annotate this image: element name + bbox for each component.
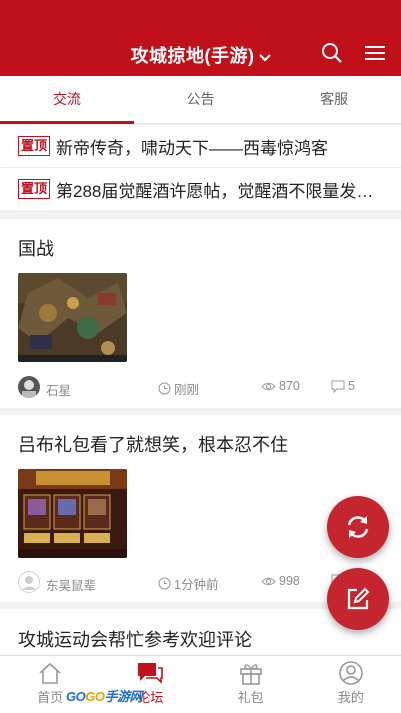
post-meta: 石星 刚刚 870 5 bbox=[18, 376, 383, 400]
avatar[interactable] bbox=[18, 376, 40, 398]
tab-bar: 交流 公告 客服 bbox=[0, 76, 401, 124]
view-count-text: 870 bbox=[279, 379, 300, 393]
view-count-text: 998 bbox=[279, 574, 300, 588]
watermark-logo: GOGO手游网 bbox=[66, 684, 154, 706]
pinned-post-title: 新帝传奇，啸动天下——西毒惊鸿客 bbox=[56, 138, 329, 158]
watermark-text: GOGO手游网 bbox=[66, 688, 142, 704]
tab-customer-service[interactable]: 客服 bbox=[267, 76, 401, 123]
post-time: 1分钟前 bbox=[158, 574, 218, 593]
post-title: 国战 bbox=[18, 239, 54, 259]
view-count: 870 bbox=[261, 379, 300, 393]
page-title: 攻城掠地(手游) bbox=[130, 46, 255, 66]
pinned-badge: 置顶 bbox=[18, 136, 51, 156]
pinned-list: 置顶 新帝传奇，啸动天下——西毒惊鸿客 置顶 第288届觉醒酒许愿帖，觉醒酒不限… bbox=[0, 125, 401, 211]
eye-icon bbox=[261, 577, 276, 585]
compose-post-button[interactable] bbox=[327, 568, 389, 630]
post-card[interactable]: 国战 石星 刚刚 870 5 bbox=[0, 219, 401, 408]
tab-exchange[interactable]: 交流 bbox=[0, 76, 134, 124]
pinned-post-title: 第288届觉醒酒许愿帖，觉醒酒不限量发放！ bbox=[56, 181, 387, 201]
nav-gift-label: 礼包 bbox=[237, 690, 264, 705]
refresh-button[interactable] bbox=[327, 496, 389, 558]
app-header: 攻城掠地(手游) bbox=[0, 0, 401, 76]
post-thumbnail[interactable] bbox=[18, 469, 127, 558]
pinned-badge: 置顶 bbox=[18, 179, 51, 199]
author-name[interactable]: 东吴鼠辈 bbox=[46, 575, 96, 594]
profile-icon bbox=[339, 661, 363, 685]
avatar[interactable] bbox=[18, 571, 40, 593]
clock-icon bbox=[158, 577, 171, 590]
post-title: 攻城运动会帮忙参考欢迎评论 bbox=[18, 630, 252, 650]
menu-icon[interactable] bbox=[364, 44, 386, 62]
search-icon[interactable] bbox=[321, 42, 343, 64]
nav-home-label: 首页 bbox=[37, 690, 64, 705]
nav-profile[interactable]: 我的 bbox=[301, 656, 401, 713]
gift-icon bbox=[239, 664, 262, 685]
edit-icon bbox=[347, 587, 370, 610]
refresh-icon bbox=[347, 516, 369, 538]
chevron-down-icon bbox=[258, 47, 271, 68]
post-title: 吕布礼包看了就想笑，根本忍不住 bbox=[18, 435, 288, 455]
eye-icon bbox=[261, 382, 276, 390]
comment-count[interactable]: 5 bbox=[331, 379, 355, 393]
tab-announcement[interactable]: 公告 bbox=[134, 76, 268, 123]
author-name[interactable]: 石星 bbox=[46, 380, 71, 399]
post-time-text: 刚刚 bbox=[174, 383, 200, 397]
nav-gift[interactable]: 礼包 bbox=[201, 656, 301, 713]
comment-count-text: 5 bbox=[348, 379, 355, 393]
post-time-text: 1分钟前 bbox=[174, 578, 219, 592]
post-time: 刚刚 bbox=[158, 379, 199, 398]
nav-profile-label: 我的 bbox=[337, 690, 364, 705]
home-icon bbox=[39, 662, 61, 684]
pinned-post[interactable]: 置顶 第288届觉醒酒许愿帖，觉醒酒不限量发放！ bbox=[0, 168, 401, 211]
clock-icon bbox=[158, 382, 171, 395]
pinned-post[interactable]: 置顶 新帝传奇，啸动天下——西毒惊鸿客 bbox=[0, 125, 401, 168]
comment-icon bbox=[331, 380, 345, 393]
view-count: 998 bbox=[261, 574, 300, 588]
forum-icon bbox=[138, 663, 164, 684]
post-thumbnail[interactable] bbox=[18, 273, 127, 362]
bottom-nav: 首页 论坛 礼包 我的 bbox=[0, 655, 401, 713]
